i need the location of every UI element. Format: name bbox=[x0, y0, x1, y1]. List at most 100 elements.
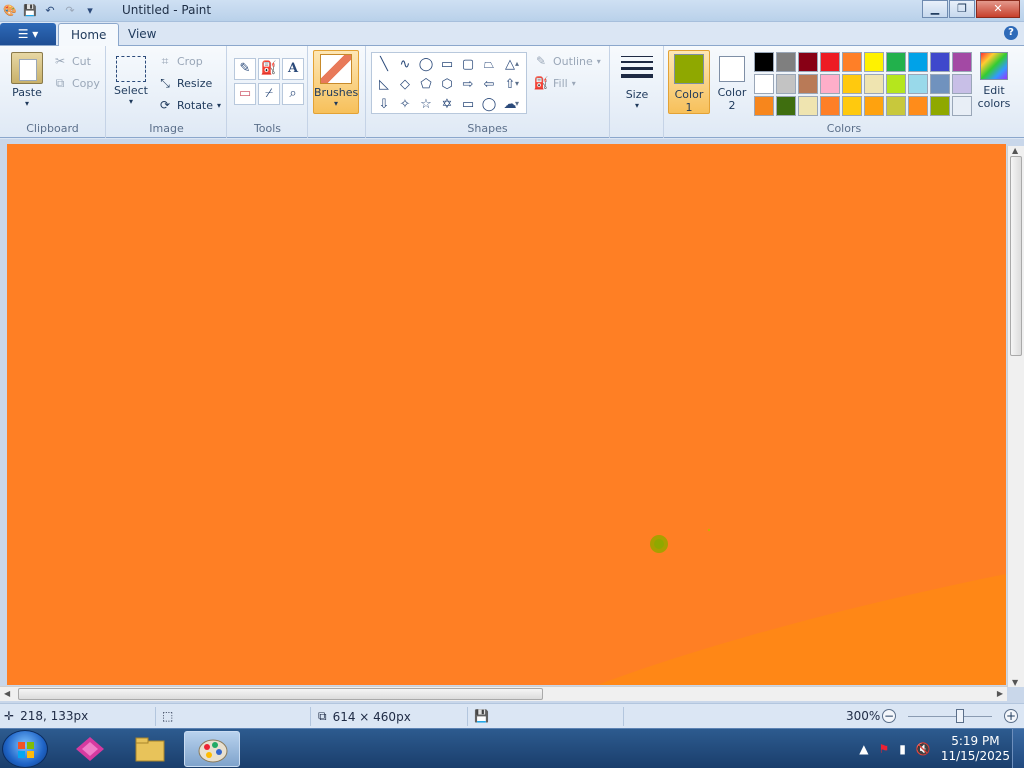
palette-swatch-12[interactable] bbox=[776, 74, 796, 94]
cut-button[interactable]: ✂ Cut bbox=[52, 52, 91, 70]
eraser-icon[interactable]: ▭ bbox=[234, 83, 256, 105]
palette-swatch-13[interactable] bbox=[798, 74, 818, 94]
palette-swatch-26[interactable] bbox=[864, 96, 884, 116]
palette-swatch-23[interactable] bbox=[798, 96, 818, 116]
horizontal-scrollbar[interactable]: ◀ ▶ bbox=[0, 686, 1007, 701]
zoom-in-button[interactable]: + bbox=[1004, 709, 1018, 723]
size-button[interactable]: Size ▾ bbox=[620, 52, 654, 110]
customize-qat-icon[interactable]: ▾ bbox=[82, 3, 98, 19]
help-icon[interactable]: ? bbox=[1004, 26, 1018, 40]
palette-swatch-20[interactable] bbox=[952, 74, 972, 94]
oval-callout-shape-icon[interactable]: ◯ bbox=[479, 95, 499, 114]
taskbar-app-icon[interactable] bbox=[62, 731, 118, 767]
palette-swatch-6[interactable] bbox=[864, 52, 884, 72]
four-point-star-shape-icon[interactable]: ✧ bbox=[395, 95, 415, 114]
color2-button[interactable]: Color 2 bbox=[712, 50, 752, 114]
palette-swatch-11[interactable] bbox=[754, 74, 774, 94]
paste-button[interactable]: Paste ▾ bbox=[8, 52, 46, 108]
right-triangle-shape-icon[interactable]: ◺ bbox=[374, 75, 394, 94]
pentagon-shape-icon[interactable]: ⬠ bbox=[416, 75, 436, 94]
clock[interactable]: 5:19 PM 11/15/2025 bbox=[941, 734, 1010, 764]
palette-swatch-10[interactable] bbox=[952, 52, 972, 72]
palette-swatch-28[interactable] bbox=[908, 96, 928, 116]
copy-button[interactable]: ⧉ Copy bbox=[52, 74, 100, 92]
color-picker-icon[interactable]: ⌿ bbox=[258, 83, 280, 105]
text-icon[interactable]: A bbox=[282, 58, 304, 80]
file-explorer-icon[interactable] bbox=[122, 731, 178, 767]
palette-swatch-22[interactable] bbox=[776, 96, 796, 116]
tab-home[interactable]: Home bbox=[58, 23, 120, 46]
palette-swatch-8[interactable] bbox=[908, 52, 928, 72]
fill-bucket-icon[interactable]: ⛽ bbox=[258, 58, 280, 80]
palette-swatch-27[interactable] bbox=[886, 96, 906, 116]
crop-button[interactable]: ⌗ Crop bbox=[157, 52, 203, 70]
start-button[interactable] bbox=[2, 730, 48, 768]
palette-swatch-18[interactable] bbox=[908, 74, 928, 94]
palette-swatch-19[interactable] bbox=[930, 74, 950, 94]
rounded-rectangle-shape-icon[interactable]: ▢ bbox=[458, 55, 478, 74]
show-hidden-icons-icon[interactable]: ▲ bbox=[859, 742, 868, 756]
left-arrow-shape-icon[interactable]: ⇦ bbox=[479, 75, 499, 94]
zoom-slider-track[interactable] bbox=[908, 716, 992, 717]
close-button[interactable]: ✕ bbox=[976, 0, 1020, 18]
six-point-star-shape-icon[interactable]: ✡ bbox=[437, 95, 457, 114]
palette-swatch-24[interactable] bbox=[820, 96, 840, 116]
palette-swatch-4[interactable] bbox=[820, 52, 840, 72]
magnifier-icon[interactable]: ⌕ bbox=[282, 83, 304, 105]
action-center-icon[interactable]: ⚑ bbox=[879, 742, 890, 756]
shapes-gallery[interactable]: ╲ ∿ ◯ ▭ ▢ ⏢ △ ◺ ◇ ⬠ ⬡ ⇨ ⇦ ⇧ ⇩ ✧ ☆ ✡ ▭ ◯ … bbox=[371, 52, 527, 114]
color1-button[interactable]: Color 1 bbox=[668, 50, 710, 114]
volume-muted-icon[interactable]: 🔇 bbox=[916, 742, 931, 756]
rounded-callout-shape-icon[interactable]: ▭ bbox=[458, 95, 478, 114]
palette-swatch-1[interactable] bbox=[754, 52, 774, 72]
edit-colors-button[interactable]: Edit colors bbox=[975, 52, 1013, 110]
vertical-scroll-thumb[interactable] bbox=[1010, 156, 1022, 356]
down-arrow-shape-icon[interactable]: ⇩ bbox=[374, 95, 394, 114]
palette-swatch-15[interactable] bbox=[842, 74, 862, 94]
palette-swatch-21[interactable] bbox=[754, 96, 774, 116]
scroll-down-icon[interactable]: ▼ bbox=[1012, 678, 1018, 687]
save-icon[interactable]: 💾 bbox=[22, 3, 38, 19]
fill-button[interactable]: ⛽ Fill ▾ bbox=[533, 74, 576, 92]
outline-button[interactable]: ✎ Outline ▾ bbox=[533, 52, 601, 70]
palette-swatch-9[interactable] bbox=[930, 52, 950, 72]
paint-taskbar-icon[interactable] bbox=[184, 731, 240, 767]
diamond-shape-icon[interactable]: ◇ bbox=[395, 75, 415, 94]
scroll-left-icon[interactable]: ◀ bbox=[4, 689, 10, 698]
vertical-scrollbar[interactable]: ▲ ▼ bbox=[1007, 146, 1024, 687]
paint-app-icon[interactable]: 🎨 bbox=[2, 3, 18, 19]
zoom-out-button[interactable]: − bbox=[882, 709, 896, 723]
redo-icon[interactable]: ↷ bbox=[62, 3, 78, 19]
resize-button[interactable]: ⤡ Resize bbox=[157, 74, 212, 92]
palette-swatch-2[interactable] bbox=[776, 52, 796, 72]
show-desktop-button[interactable] bbox=[1012, 729, 1024, 768]
scroll-right-icon[interactable]: ▶ bbox=[997, 689, 1003, 698]
right-arrow-shape-icon[interactable]: ⇨ bbox=[458, 75, 478, 94]
rotate-button[interactable]: ⟳ Rotate ▾ bbox=[157, 96, 221, 114]
zoom-slider-thumb[interactable] bbox=[956, 709, 964, 723]
rectangle-shape-icon[interactable]: ▭ bbox=[437, 55, 457, 74]
minimize-button[interactable]: ▁ bbox=[922, 0, 948, 18]
palette-swatch-29[interactable] bbox=[930, 96, 950, 116]
horizontal-scroll-thumb[interactable] bbox=[18, 688, 543, 700]
scroll-up-icon[interactable]: ▲ bbox=[1012, 146, 1018, 155]
line-shape-icon[interactable]: ╲ bbox=[374, 55, 394, 74]
select-button[interactable]: Select ▾ bbox=[113, 52, 149, 106]
palette-swatch-3[interactable] bbox=[798, 52, 818, 72]
polygon-shape-icon[interactable]: ⏢ bbox=[479, 55, 499, 74]
tab-view[interactable]: View bbox=[116, 23, 168, 46]
palette-swatch-30[interactable] bbox=[952, 96, 972, 116]
palette-swatch-17[interactable] bbox=[886, 74, 906, 94]
drawing-canvas[interactable] bbox=[7, 144, 1006, 685]
oval-shape-icon[interactable]: ◯ bbox=[416, 55, 436, 74]
palette-swatch-25[interactable] bbox=[842, 96, 862, 116]
palette-swatch-5[interactable] bbox=[842, 52, 862, 72]
palette-swatch-14[interactable] bbox=[820, 74, 840, 94]
maximize-button[interactable]: ❐ bbox=[949, 0, 975, 18]
paint-menu-button[interactable]: ☰ ▾ bbox=[0, 23, 56, 45]
network-icon[interactable]: ▮ bbox=[899, 742, 906, 756]
curve-shape-icon[interactable]: ∿ bbox=[395, 55, 415, 74]
undo-icon[interactable]: ↶ bbox=[42, 3, 58, 19]
five-point-star-shape-icon[interactable]: ☆ bbox=[416, 95, 436, 114]
palette-swatch-16[interactable] bbox=[864, 74, 884, 94]
